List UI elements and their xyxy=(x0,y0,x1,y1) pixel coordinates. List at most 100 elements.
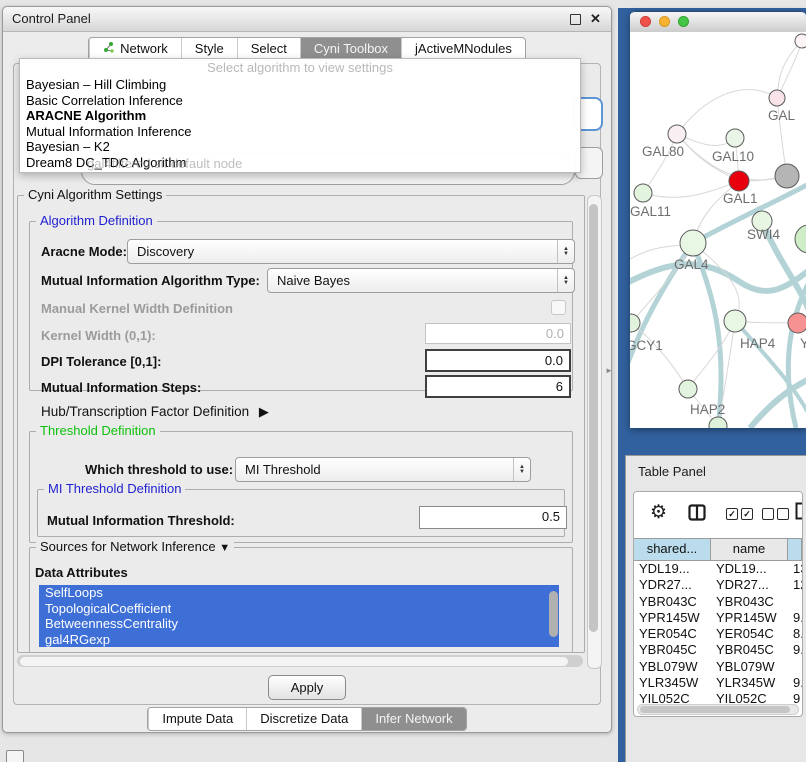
dpi-tolerance-field[interactable]: 0.0 xyxy=(425,349,571,372)
minimize-traffic-light[interactable] xyxy=(659,16,670,27)
mi-type-combo[interactable]: Naive Bayes ▲▼ xyxy=(267,268,575,293)
data-attribute-item[interactable]: gal4RGexp xyxy=(39,632,559,648)
deselect-all-box-icon[interactable] xyxy=(762,508,774,520)
table-row[interactable]: YBR045C YBR045C 9. xyxy=(634,642,802,658)
node-table: shared... name YDL19... YDL19... 13 xyxy=(634,538,802,703)
table-row[interactable]: YPR145W YPR145W 9. xyxy=(634,610,802,626)
close-traffic-light[interactable] xyxy=(640,16,651,27)
network-node[interactable] xyxy=(634,184,652,202)
network-node[interactable] xyxy=(668,125,686,143)
attr-list-scrollbar[interactable] xyxy=(548,589,557,643)
data-attribute-item[interactable]: TopologicalCoefficient xyxy=(39,601,559,617)
table-row[interactable]: YBL079W YBL079W xyxy=(634,659,802,675)
which-threshold-combo[interactable]: MI Threshold ▲▼ xyxy=(235,457,531,482)
bottom-tab[interactable]: Discretize Data xyxy=(246,708,361,730)
table-hscrollbar[interactable] xyxy=(637,704,799,715)
algorithm-popup-item[interactable]: Dream8 DC_TDC Algorithm xyxy=(20,155,580,171)
data-attribute-item[interactable]: SelfLoops xyxy=(39,585,559,601)
expand-arrow-icon[interactable]: ▶ xyxy=(259,404,269,419)
select-all-check-icon[interactable]: ✓ xyxy=(726,508,738,520)
bottom-tab[interactable]: Infer Network xyxy=(361,708,465,730)
cell-name: YIL052C xyxy=(711,691,788,703)
cell-value: 9. xyxy=(788,642,802,658)
network-icon xyxy=(103,38,115,60)
settings-hscrollbar-thumb[interactable] xyxy=(20,657,568,666)
deselect-all-box-icon-2[interactable] xyxy=(777,508,789,520)
algorithm-definition-legend: Algorithm Definition xyxy=(36,213,157,228)
table-row[interactable]: YLR345W YLR345W 9. xyxy=(634,675,802,691)
cell-shared-name: YER054C xyxy=(634,626,711,642)
close-panel-icon[interactable]: ✕ xyxy=(589,12,602,25)
data-attribute-item[interactable]: BetweennessCentrality xyxy=(39,616,559,632)
table-row[interactable]: YER054C YER054C 8. xyxy=(634,626,802,642)
top-tab[interactable]: Cyni Toolbox xyxy=(300,38,401,60)
top-tab[interactable]: Network xyxy=(89,38,181,60)
apply-button[interactable]: Apply xyxy=(268,675,346,700)
cell-value: 9. xyxy=(788,610,802,626)
bottom-tabbar: Impute Data Discretize Data Infer Networ… xyxy=(147,707,466,731)
mi-threshold-field[interactable]: 0.5 xyxy=(419,506,567,529)
network-node[interactable] xyxy=(729,171,749,191)
network-node[interactable] xyxy=(769,90,785,106)
bottom-tab[interactable]: Impute Data xyxy=(148,708,246,730)
algorithm-popup-item[interactable]: Mutual Information Inference xyxy=(20,124,580,140)
network-node[interactable] xyxy=(775,164,799,188)
network-node[interactable] xyxy=(795,34,806,48)
table-column-header[interactable] xyxy=(788,539,802,560)
manual-kernel-checkbox[interactable] xyxy=(551,300,566,315)
cell-name: YDR27... xyxy=(711,577,788,593)
split-view-icon[interactable] xyxy=(688,504,706,524)
table-column-header[interactable]: name xyxy=(711,539,788,560)
table-column-label: name xyxy=(733,541,766,556)
network-node[interactable] xyxy=(679,380,697,398)
network-graph[interactable]: GALGAL80GAL10GAL1GAL11SWI4GAL4GCY1HAP4YH… xyxy=(630,32,806,428)
top-tab-label: jActiveMNodules xyxy=(415,38,512,60)
aracne-mode-combo[interactable]: Discovery ▲▼ xyxy=(127,239,575,264)
cell-shared-name: YLR345W xyxy=(634,675,711,691)
top-tab[interactable]: jActiveMNodules xyxy=(401,38,525,60)
cell-name: YLR345W xyxy=(711,675,788,691)
table-row[interactable]: YIL052C YIL052C 9 xyxy=(634,691,802,703)
cell-shared-name: YDL19... xyxy=(634,561,711,577)
hub-section-header[interactable]: Hub/Transcription Factor Definition ▶ xyxy=(41,404,269,420)
network-node[interactable] xyxy=(795,225,806,253)
sash-arrow-icon[interactable]: ► xyxy=(605,366,613,375)
table-row[interactable]: YDR27... YDR27... 12 xyxy=(634,577,802,593)
algorithm-popup-list: Bayesian – Hill ClimbingBasic Correlatio… xyxy=(20,77,580,171)
algorithm-popup-item[interactable]: Bayesian – Hill Climbing xyxy=(20,77,580,93)
float-panel-icon[interactable] xyxy=(570,14,581,25)
network-node[interactable] xyxy=(788,313,806,333)
table-row[interactable]: YBR043C YBR043C xyxy=(634,594,802,610)
collapse-arrow-icon[interactable]: ▼ xyxy=(219,542,230,554)
top-tab[interactable]: Select xyxy=(237,38,300,60)
cell-shared-name: YBL079W xyxy=(634,659,711,675)
new-table-page-icon[interactable] xyxy=(795,502,803,523)
table-row[interactable]: YDL19... YDL19... 13 xyxy=(634,561,802,577)
network-node-label: GAL1 xyxy=(723,191,758,206)
cell-name: YER054C xyxy=(711,626,788,642)
network-node[interactable] xyxy=(680,230,706,256)
network-node[interactable] xyxy=(726,129,744,147)
bottom-tab-label: Discretize Data xyxy=(260,708,348,730)
table-header-row: shared... name xyxy=(634,538,802,561)
zoom-traffic-light[interactable] xyxy=(678,16,689,27)
cyni-settings-legend: Cyni Algorithm Settings xyxy=(24,187,166,202)
mi-steps-field[interactable]: 6 xyxy=(425,375,571,398)
kernel-width-label: Kernel Width (0,1): xyxy=(41,328,156,343)
settings-vscrollbar[interactable] xyxy=(587,195,602,669)
network-node[interactable] xyxy=(724,310,746,332)
settings-hscrollbar[interactable] xyxy=(17,655,583,667)
kernel-width-field[interactable]: 0.0 xyxy=(425,323,571,344)
top-tab[interactable]: Style xyxy=(181,38,237,60)
network-view-window: GALGAL80GAL10GAL1GAL11SWI4GAL4GCY1HAP4YH… xyxy=(630,11,806,428)
sources-legend: Sources for Network Inference ▼ xyxy=(36,539,234,554)
network-window-titlebar xyxy=(630,11,806,33)
algorithm-popup-item[interactable]: Bayesian – K2 xyxy=(20,139,580,155)
algorithm-popup-item[interactable]: Basic Correlation Inference xyxy=(20,93,580,109)
algorithm-popup-item[interactable]: ARACNE Algorithm xyxy=(20,108,580,124)
select-all-check-icon-2[interactable]: ✓ xyxy=(741,508,753,520)
gear-icon[interactable]: ⚙ xyxy=(650,501,667,524)
table-column-header[interactable]: shared... xyxy=(634,539,711,560)
hub-section-label: Hub/Transcription Factor Definition xyxy=(41,404,249,419)
minimized-panel-icon[interactable] xyxy=(6,750,24,762)
